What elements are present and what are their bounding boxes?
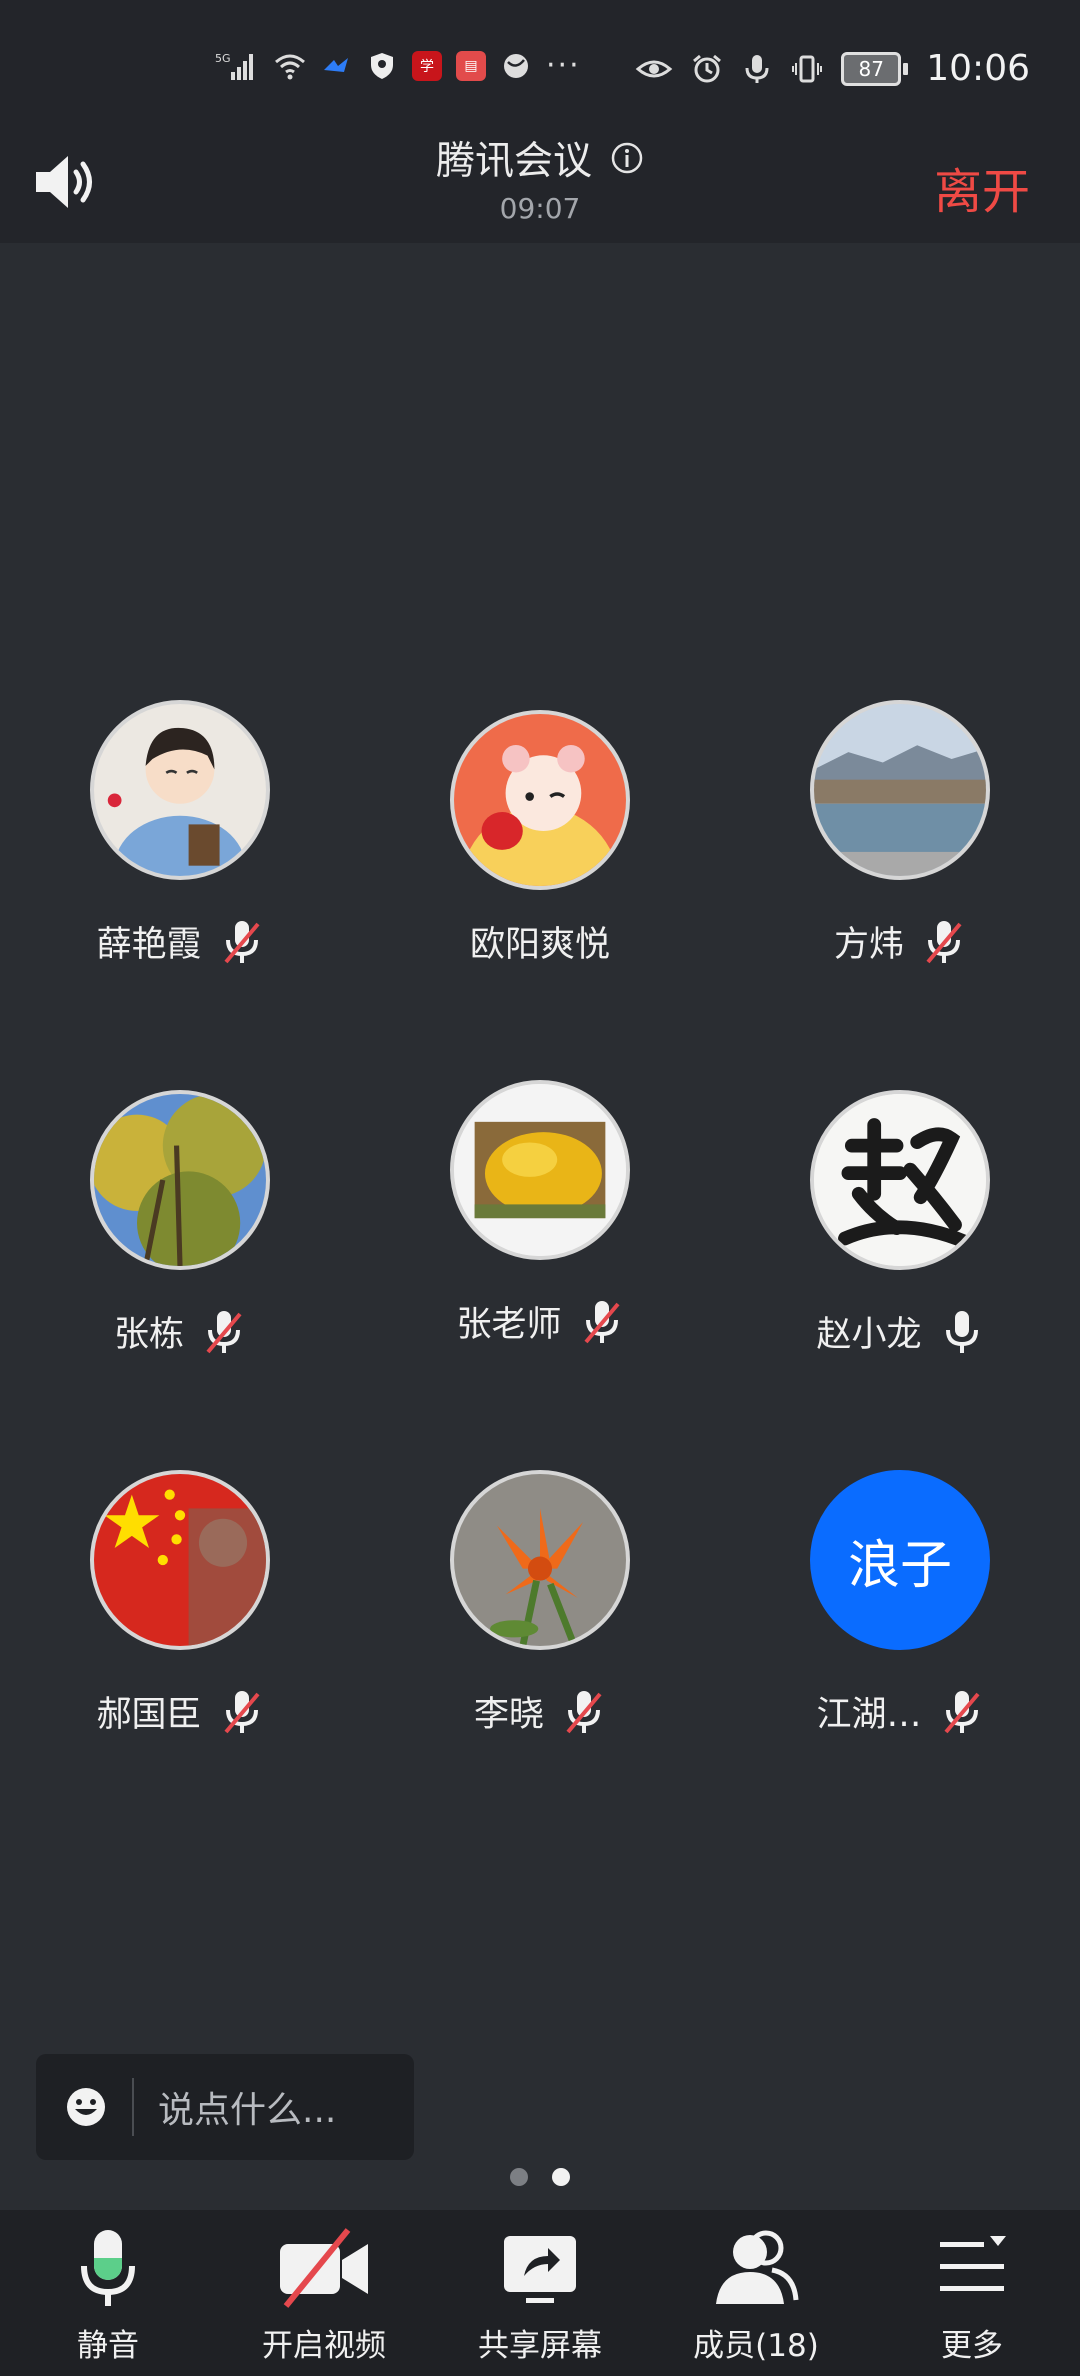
info-icon[interactable] xyxy=(610,141,644,175)
participant-tile[interactable]: 赵小龙 xyxy=(720,1090,1080,1355)
mic-muted-icon xyxy=(583,1300,620,1343)
status-bar: 5G 学 ▤ ··· 87 10:06 xyxy=(0,0,1080,130)
bottom-toolbar: 静音 开启视频 共享屏幕 成员(18) 更多 xyxy=(0,2210,1080,2376)
alarm-icon xyxy=(693,54,722,82)
participant-name: 李晓 xyxy=(473,1695,544,1735)
flag-avatar xyxy=(94,1474,266,1646)
participant-tile[interactable]: 薛艳霞 xyxy=(0,700,360,965)
start-video-label: 开启视频 xyxy=(262,2328,386,2364)
chat-placeholder: 说点什么... xyxy=(158,2090,337,2131)
participant-name: 郝国臣 xyxy=(96,1695,202,1735)
participant-tile[interactable]: 方炜 xyxy=(720,700,1080,965)
participant-tile[interactable]: 浪子 江湖… xyxy=(720,1470,1080,1735)
yellow-flowers-avatar xyxy=(454,1084,626,1256)
avatar xyxy=(90,1470,270,1650)
participant-tile[interactable]: 郝国臣 xyxy=(0,1470,360,1735)
more-label: 更多 xyxy=(941,2328,1003,2364)
share-screen-icon xyxy=(504,2236,576,2303)
video-off-icon xyxy=(280,2228,368,2308)
status-icons-right: 87 10:06 xyxy=(635,48,1030,89)
avatar xyxy=(90,700,270,880)
participant-name: 赵小龙 xyxy=(816,1315,922,1355)
members-label: 成员(18) xyxy=(693,2328,819,2364)
avatar xyxy=(450,1080,630,1260)
cartoon-girl-avatar xyxy=(94,704,266,876)
avatar xyxy=(810,700,990,880)
chat-input[interactable]: 说点什么... xyxy=(36,2054,414,2160)
meeting-header: 腾讯会议 09:07 离开 xyxy=(0,130,1080,243)
trees-sky-avatar xyxy=(94,1094,266,1266)
page-dot-active[interactable] xyxy=(552,2168,570,2186)
menu-icon xyxy=(940,2236,1006,2291)
page-dot[interactable] xyxy=(510,2168,528,2186)
browser-icon xyxy=(504,53,528,78)
avatar xyxy=(90,1090,270,1270)
mic-on-icon xyxy=(945,1310,978,1353)
participant-name: 张栋 xyxy=(113,1315,184,1355)
participant-name: 欧阳爽悦 xyxy=(469,925,610,965)
more-button[interactable]: 更多 xyxy=(864,2210,1080,2376)
battery-indicator: 87 xyxy=(841,51,909,86)
members-button[interactable]: 成员(18) xyxy=(648,2210,864,2376)
mic-muted-icon xyxy=(206,1310,242,1353)
participant-tile[interactable]: 张栋 xyxy=(0,1090,360,1355)
leave-button[interactable]: 离开 xyxy=(934,152,1030,222)
battery-level: 87 xyxy=(858,56,884,81)
participant-name: 江湖… xyxy=(816,1695,922,1735)
svg-text:5G: 5G xyxy=(215,52,231,65)
participant-tile[interactable]: 欧阳爽悦 xyxy=(360,710,720,970)
emoji-icon[interactable] xyxy=(64,2085,108,2129)
participant-name: 方炜 xyxy=(833,925,904,965)
mic-muted-icon xyxy=(223,920,260,963)
mic-muted-icon xyxy=(223,1690,260,1733)
avatar xyxy=(810,1090,990,1270)
meeting-timer: 09:07 xyxy=(499,192,581,225)
study-app-icon: 学 xyxy=(412,50,442,81)
app-notification-icon xyxy=(324,57,348,72)
meeting-title: 腾讯会议 xyxy=(435,139,592,184)
clock: 10:06 xyxy=(926,48,1030,89)
more-notifications: ··· xyxy=(546,48,581,83)
avatar-text: 浪子 xyxy=(810,1470,990,1650)
calligraphy-avatar xyxy=(814,1094,986,1266)
share-screen-label: 共享屏幕 xyxy=(478,2328,602,2364)
cartoon-lantern-avatar xyxy=(454,714,626,886)
book-app-icon: ▤ xyxy=(456,50,486,81)
page-indicator xyxy=(0,2168,1080,2186)
avatar xyxy=(450,1470,630,1650)
eye-icon xyxy=(635,60,673,77)
status-icons-left: 5G 学 ▤ ··· xyxy=(210,48,581,83)
members-icon xyxy=(716,2230,799,2304)
microphone-status-icon xyxy=(745,54,769,83)
mic-muted-icon xyxy=(943,1690,980,1733)
participant-name: 薛艳霞 xyxy=(96,925,202,965)
mic-muted-icon xyxy=(566,1690,602,1733)
participant-tile[interactable]: 李晓 xyxy=(360,1470,720,1735)
participant-tile[interactable]: 张老师 xyxy=(360,1080,720,1345)
start-video-button[interactable]: 开启视频 xyxy=(216,2210,432,2376)
microphone-icon xyxy=(81,2230,135,2306)
lake-landscape-avatar xyxy=(814,704,986,876)
shield-icon xyxy=(371,52,393,79)
vibrate-icon xyxy=(792,55,823,82)
meeting-title-area[interactable]: 腾讯会议 09:07 xyxy=(0,130,1080,225)
mic-muted-icon xyxy=(926,920,962,963)
chat-divider xyxy=(132,2078,134,2136)
lily-avatar xyxy=(454,1474,626,1646)
mute-label: 静音 xyxy=(77,2328,139,2364)
wifi-icon xyxy=(275,54,305,79)
avatar xyxy=(450,710,630,890)
mute-button[interactable]: 静音 xyxy=(0,2210,216,2376)
share-screen-button[interactable]: 共享屏幕 xyxy=(432,2210,648,2376)
signal-icon: 5G xyxy=(215,52,253,80)
participant-name: 张老师 xyxy=(456,1305,562,1345)
